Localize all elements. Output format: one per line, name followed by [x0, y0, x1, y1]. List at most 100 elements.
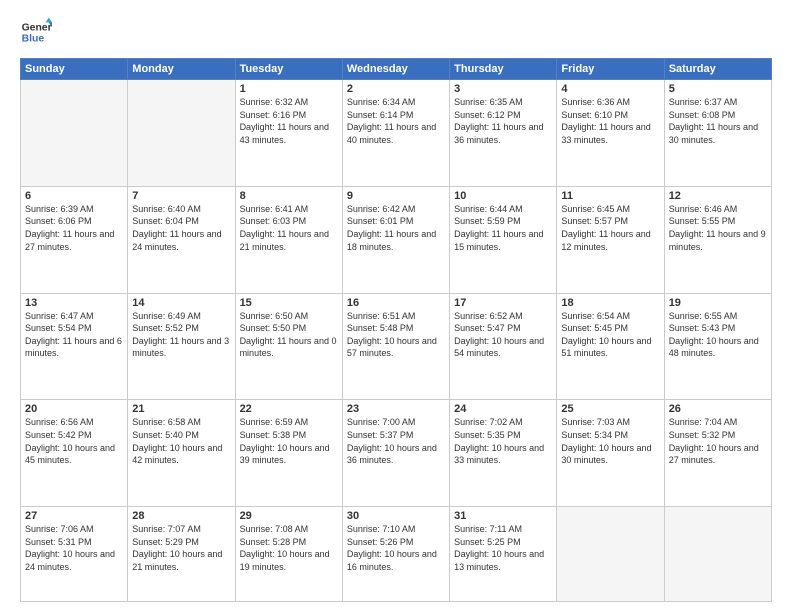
day-number: 6 [25, 190, 123, 202]
calendar-cell: 11Sunrise: 6:45 AM Sunset: 5:57 PM Dayli… [557, 186, 664, 293]
svg-text:General: General [22, 22, 52, 33]
day-info: Sunrise: 6:58 AM Sunset: 5:40 PM Dayligh… [132, 416, 230, 466]
weekday-header-friday: Friday [557, 59, 664, 80]
day-number: 21 [132, 403, 230, 415]
day-info: Sunrise: 6:59 AM Sunset: 5:38 PM Dayligh… [240, 416, 338, 466]
day-number: 3 [454, 83, 552, 95]
calendar-cell: 24Sunrise: 7:02 AM Sunset: 5:35 PM Dayli… [450, 400, 557, 507]
day-info: Sunrise: 6:47 AM Sunset: 5:54 PM Dayligh… [25, 310, 123, 360]
calendar-cell: 23Sunrise: 7:00 AM Sunset: 5:37 PM Dayli… [342, 400, 449, 507]
calendar-cell: 13Sunrise: 6:47 AM Sunset: 5:54 PM Dayli… [21, 293, 128, 400]
calendar-cell [664, 507, 771, 602]
calendar-cell: 29Sunrise: 7:08 AM Sunset: 5:28 PM Dayli… [235, 507, 342, 602]
day-info: Sunrise: 6:32 AM Sunset: 6:16 PM Dayligh… [240, 96, 338, 146]
calendar-cell: 28Sunrise: 7:07 AM Sunset: 5:29 PM Dayli… [128, 507, 235, 602]
calendar-cell: 7Sunrise: 6:40 AM Sunset: 6:04 PM Daylig… [128, 186, 235, 293]
day-info: Sunrise: 7:03 AM Sunset: 5:34 PM Dayligh… [561, 416, 659, 466]
day-info: Sunrise: 7:08 AM Sunset: 5:28 PM Dayligh… [240, 523, 338, 573]
calendar-cell: 18Sunrise: 6:54 AM Sunset: 5:45 PM Dayli… [557, 293, 664, 400]
day-number: 30 [347, 510, 445, 522]
day-number: 13 [25, 297, 123, 309]
day-number: 31 [454, 510, 552, 522]
day-number: 28 [132, 510, 230, 522]
calendar-cell: 17Sunrise: 6:52 AM Sunset: 5:47 PM Dayli… [450, 293, 557, 400]
calendar-week-row: 6Sunrise: 6:39 AM Sunset: 6:06 PM Daylig… [21, 186, 772, 293]
day-info: Sunrise: 7:10 AM Sunset: 5:26 PM Dayligh… [347, 523, 445, 573]
day-info: Sunrise: 6:50 AM Sunset: 5:50 PM Dayligh… [240, 310, 338, 360]
day-info: Sunrise: 6:52 AM Sunset: 5:47 PM Dayligh… [454, 310, 552, 360]
day-info: Sunrise: 7:11 AM Sunset: 5:25 PM Dayligh… [454, 523, 552, 573]
header: General Blue [20, 16, 772, 48]
calendar-cell: 19Sunrise: 6:55 AM Sunset: 5:43 PM Dayli… [664, 293, 771, 400]
calendar-cell: 31Sunrise: 7:11 AM Sunset: 5:25 PM Dayli… [450, 507, 557, 602]
calendar-table: SundayMondayTuesdayWednesdayThursdayFrid… [20, 58, 772, 602]
day-info: Sunrise: 6:49 AM Sunset: 5:52 PM Dayligh… [132, 310, 230, 360]
day-number: 26 [669, 403, 767, 415]
calendar-cell: 20Sunrise: 6:56 AM Sunset: 5:42 PM Dayli… [21, 400, 128, 507]
day-info: Sunrise: 6:36 AM Sunset: 6:10 PM Dayligh… [561, 96, 659, 146]
day-number: 14 [132, 297, 230, 309]
weekday-header-wednesday: Wednesday [342, 59, 449, 80]
calendar-cell: 27Sunrise: 7:06 AM Sunset: 5:31 PM Dayli… [21, 507, 128, 602]
logo: General Blue [20, 16, 52, 48]
day-number: 25 [561, 403, 659, 415]
day-info: Sunrise: 6:34 AM Sunset: 6:14 PM Dayligh… [347, 96, 445, 146]
day-number: 2 [347, 83, 445, 95]
day-number: 19 [669, 297, 767, 309]
day-info: Sunrise: 7:07 AM Sunset: 5:29 PM Dayligh… [132, 523, 230, 573]
day-info: Sunrise: 6:55 AM Sunset: 5:43 PM Dayligh… [669, 310, 767, 360]
calendar-week-row: 20Sunrise: 6:56 AM Sunset: 5:42 PM Dayli… [21, 400, 772, 507]
day-info: Sunrise: 6:44 AM Sunset: 5:59 PM Dayligh… [454, 203, 552, 253]
day-number: 17 [454, 297, 552, 309]
calendar-week-row: 27Sunrise: 7:06 AM Sunset: 5:31 PM Dayli… [21, 507, 772, 602]
day-number: 29 [240, 510, 338, 522]
weekday-header-sunday: Sunday [21, 59, 128, 80]
weekday-header-row: SundayMondayTuesdayWednesdayThursdayFrid… [21, 59, 772, 80]
day-number: 24 [454, 403, 552, 415]
day-info: Sunrise: 6:35 AM Sunset: 6:12 PM Dayligh… [454, 96, 552, 146]
day-info: Sunrise: 7:04 AM Sunset: 5:32 PM Dayligh… [669, 416, 767, 466]
calendar-cell: 15Sunrise: 6:50 AM Sunset: 5:50 PM Dayli… [235, 293, 342, 400]
calendar-cell: 9Sunrise: 6:42 AM Sunset: 6:01 PM Daylig… [342, 186, 449, 293]
day-number: 8 [240, 190, 338, 202]
calendar-cell: 16Sunrise: 6:51 AM Sunset: 5:48 PM Dayli… [342, 293, 449, 400]
day-number: 10 [454, 190, 552, 202]
day-info: Sunrise: 7:00 AM Sunset: 5:37 PM Dayligh… [347, 416, 445, 466]
day-number: 16 [347, 297, 445, 309]
weekday-header-monday: Monday [128, 59, 235, 80]
day-number: 11 [561, 190, 659, 202]
day-number: 1 [240, 83, 338, 95]
calendar-cell: 22Sunrise: 6:59 AM Sunset: 5:38 PM Dayli… [235, 400, 342, 507]
calendar-cell: 8Sunrise: 6:41 AM Sunset: 6:03 PM Daylig… [235, 186, 342, 293]
day-number: 12 [669, 190, 767, 202]
day-number: 18 [561, 297, 659, 309]
calendar-cell [21, 80, 128, 187]
calendar-cell: 14Sunrise: 6:49 AM Sunset: 5:52 PM Dayli… [128, 293, 235, 400]
svg-text:Blue: Blue [22, 34, 45, 45]
calendar-cell: 21Sunrise: 6:58 AM Sunset: 5:40 PM Dayli… [128, 400, 235, 507]
calendar-cell: 12Sunrise: 6:46 AM Sunset: 5:55 PM Dayli… [664, 186, 771, 293]
day-info: Sunrise: 6:45 AM Sunset: 5:57 PM Dayligh… [561, 203, 659, 253]
page: General Blue SundayMondayTuesdayWednesda… [0, 0, 792, 612]
weekday-header-saturday: Saturday [664, 59, 771, 80]
day-info: Sunrise: 6:56 AM Sunset: 5:42 PM Dayligh… [25, 416, 123, 466]
day-info: Sunrise: 6:37 AM Sunset: 6:08 PM Dayligh… [669, 96, 767, 146]
calendar-cell: 5Sunrise: 6:37 AM Sunset: 6:08 PM Daylig… [664, 80, 771, 187]
day-info: Sunrise: 6:54 AM Sunset: 5:45 PM Dayligh… [561, 310, 659, 360]
calendar-cell: 25Sunrise: 7:03 AM Sunset: 5:34 PM Dayli… [557, 400, 664, 507]
calendar-cell: 10Sunrise: 6:44 AM Sunset: 5:59 PM Dayli… [450, 186, 557, 293]
calendar-cell: 1Sunrise: 6:32 AM Sunset: 6:16 PM Daylig… [235, 80, 342, 187]
calendar-cell [557, 507, 664, 602]
day-number: 4 [561, 83, 659, 95]
day-number: 27 [25, 510, 123, 522]
day-number: 22 [240, 403, 338, 415]
day-info: Sunrise: 6:51 AM Sunset: 5:48 PM Dayligh… [347, 310, 445, 360]
day-number: 9 [347, 190, 445, 202]
day-number: 20 [25, 403, 123, 415]
calendar-week-row: 1Sunrise: 6:32 AM Sunset: 6:16 PM Daylig… [21, 80, 772, 187]
day-info: Sunrise: 6:39 AM Sunset: 6:06 PM Dayligh… [25, 203, 123, 253]
calendar-cell [128, 80, 235, 187]
weekday-header-tuesday: Tuesday [235, 59, 342, 80]
calendar-cell: 26Sunrise: 7:04 AM Sunset: 5:32 PM Dayli… [664, 400, 771, 507]
weekday-header-thursday: Thursday [450, 59, 557, 80]
